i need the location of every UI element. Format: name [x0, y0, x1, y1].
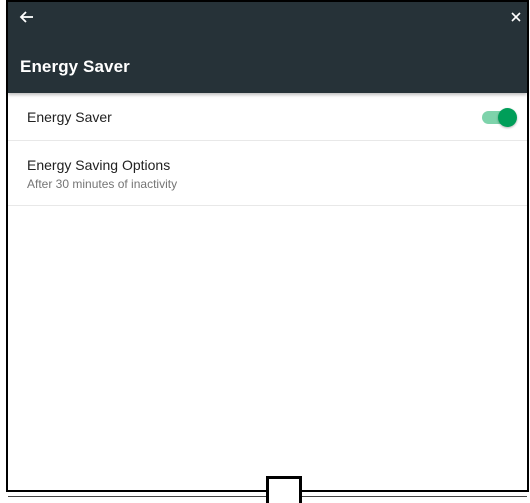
page-title: Energy Saver	[20, 57, 130, 76]
energy-saver-row[interactable]: Energy Saver	[8, 93, 527, 141]
energy-saving-options-row[interactable]: Energy Saving Options After 30 minutes o…	[8, 141, 527, 206]
settings-list: Energy Saver Energy Saving Options After…	[8, 93, 527, 206]
app-bar: Energy Saver	[8, 2, 527, 93]
app-window: Energy Saver Energy Saver Energy Saving …	[0, 0, 530, 503]
arrow-left-icon[interactable]	[18, 8, 36, 26]
window-border-right	[527, 0, 529, 490]
close-icon[interactable]	[509, 10, 523, 24]
toggle-knob	[498, 108, 517, 127]
energy-saver-toggle[interactable]	[482, 108, 518, 127]
home-square-icon[interactable]	[266, 476, 302, 503]
energy-saving-options-subtitle: After 30 minutes of inactivity	[27, 177, 178, 191]
energy-saving-options-label: Energy Saving Options	[27, 157, 171, 173]
energy-saver-label: Energy Saver	[27, 109, 112, 125]
